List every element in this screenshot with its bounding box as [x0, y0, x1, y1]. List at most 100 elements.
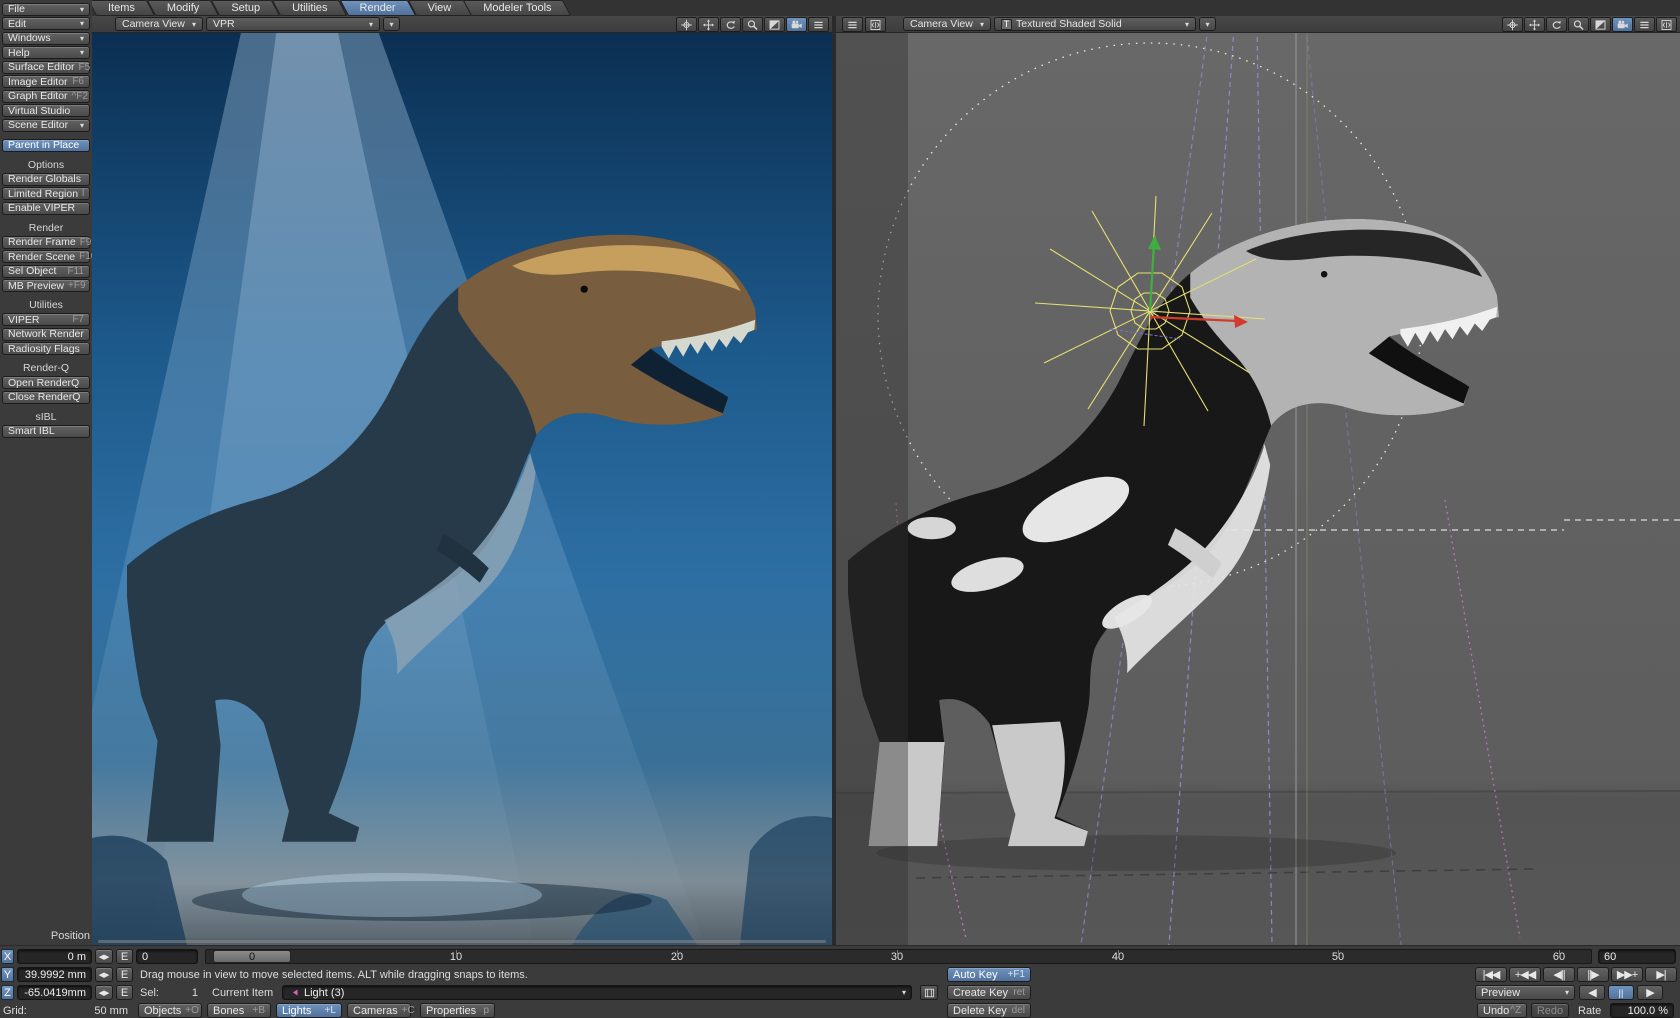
shading-mode-dropdown[interactable]: TTextured Shaded Solid▾: [994, 17, 1196, 31]
label: Help: [8, 47, 30, 59]
pause-button[interactable]: ||: [1608, 985, 1634, 1000]
delete-key-button[interactable]: Delete Keydel: [947, 1003, 1031, 1018]
render-globals-button[interactable]: Render Globals: [2, 173, 90, 186]
close-renderq-button[interactable]: Close RenderQ: [2, 391, 90, 404]
position-z-field[interactable]: -65.0419mm: [17, 985, 92, 1000]
position-panel-label: Position: [30, 930, 90, 942]
redo-button[interactable]: Redo: [1531, 1003, 1569, 1018]
mb-preview-button[interactable]: MB Preview+F9: [2, 279, 90, 292]
parent-in-place-button[interactable]: Parent in Place: [2, 139, 90, 152]
viewport-layout-button[interactable]: [1656, 17, 1677, 32]
x-axis-badge[interactable]: X: [1, 949, 14, 964]
x-envelope-button[interactable]: E: [116, 949, 133, 964]
y-axis-badge[interactable]: Y: [1, 967, 14, 982]
y-nudge-stepper[interactable]: ◀▶: [95, 967, 113, 982]
sidebar-menu-help[interactable]: Help▾: [2, 46, 90, 59]
group-label-utilities: Utilities: [2, 299, 90, 311]
viewport-layout-button[interactable]: [865, 17, 886, 32]
viewport-menu-button[interactable]: [1634, 17, 1655, 32]
sidebar-item-virtual-studio[interactable]: Virtual Studio: [2, 104, 90, 117]
viewport-menu-button[interactable]: [842, 17, 863, 32]
viewport-options-dropdown[interactable]: ▾: [1199, 17, 1216, 31]
view-mode-dropdown[interactable]: Camera View▾: [903, 17, 991, 31]
go-start-button[interactable]: |◀◀: [1475, 967, 1507, 982]
sidebar-menu-windows[interactable]: Windows▾: [2, 32, 90, 45]
maximize-viewport-button[interactable]: [764, 17, 785, 32]
move-view-button[interactable]: [676, 17, 697, 32]
tab-view[interactable]: View: [412, 0, 468, 16]
viewport-canvas-right-shaded[interactable]: [836, 33, 1680, 945]
current-frame-field[interactable]: 0: [136, 949, 198, 964]
radiosity-flags-button[interactable]: Radiosity Flags: [2, 342, 90, 355]
rotate-view-button[interactable]: [1546, 17, 1567, 32]
go-end-button[interactable]: ▶|: [1645, 967, 1677, 982]
preview-dropdown[interactable]: Preview▾: [1475, 985, 1575, 1000]
z-envelope-button[interactable]: E: [116, 985, 133, 1000]
sidebar-item-surface-editor[interactable]: Surface EditorF5: [2, 61, 90, 74]
x-nudge-stepper[interactable]: ◀▶: [95, 949, 113, 964]
timeline-playhead[interactable]: 0: [213, 950, 291, 963]
camera-view-button[interactable]: [1612, 17, 1633, 32]
tab-utilities[interactable]: Utilities: [276, 0, 343, 16]
pan-view-button[interactable]: [698, 17, 719, 32]
play-button[interactable]: ▶: [1637, 985, 1663, 1000]
viewport-scrollbar[interactable]: [98, 940, 826, 943]
tab-setup[interactable]: Setup: [215, 0, 276, 16]
rate-field[interactable]: 100.0 %: [1610, 1003, 1674, 1018]
step-forward-button[interactable]: ||▶: [1577, 967, 1609, 982]
sidebar-item-image-editor[interactable]: Image EditorF6: [2, 75, 90, 88]
viper-button[interactable]: VIPERF7: [2, 313, 90, 326]
sidebar-item-scene-editor[interactable]: Scene Editor▾: [2, 119, 90, 132]
sidebar-menu-file[interactable]: File▾: [2, 3, 90, 16]
create-key-button[interactable]: Create Keyret: [947, 985, 1031, 1000]
sidebar-item-graph-editor[interactable]: Graph Editor^F2: [2, 90, 90, 103]
view-mode-dropdown[interactable]: Camera View▾: [115, 17, 203, 31]
item-properties-button[interactable]: [920, 985, 938, 1000]
position-x-field[interactable]: 0 m: [17, 949, 92, 964]
cameras-button[interactable]: Cameras+C: [347, 1003, 411, 1018]
lights-button[interactable]: Lights+L: [276, 1003, 342, 1018]
current-item-dropdown[interactable]: Light (3) ▾: [282, 985, 912, 1000]
y-envelope-button[interactable]: E: [116, 967, 133, 982]
viewport-menu-button[interactable]: [808, 17, 829, 32]
viewport-canvas-left-vpr[interactable]: [92, 33, 832, 945]
pan-view-button[interactable]: [1524, 17, 1545, 32]
next-key-button[interactable]: ▶▶+: [1611, 967, 1643, 982]
render-scene-button[interactable]: Render SceneF10: [2, 250, 90, 263]
objects-button[interactable]: Objects+O: [138, 1003, 202, 1018]
properties-button[interactable]: Propertiesp: [420, 1003, 495, 1018]
tab-render[interactable]: Render: [344, 0, 412, 16]
smart-ibl-button[interactable]: Smart IBL: [2, 425, 90, 438]
rotate-view-button[interactable]: [720, 17, 741, 32]
z-axis-badge[interactable]: Z: [1, 985, 14, 1000]
step-back-button[interactable]: ◀||: [1543, 967, 1575, 982]
render-frame-button[interactable]: Render FrameF9: [2, 236, 90, 249]
label: Undo: [1483, 1005, 1509, 1017]
viewport-options-dropdown[interactable]: ▾: [383, 17, 400, 31]
camera-view-button[interactable]: [786, 17, 807, 32]
tab-modeler-tools[interactable]: Modeler Tools: [467, 0, 567, 16]
end-frame-field[interactable]: 60: [1598, 949, 1676, 964]
tab-modify[interactable]: Modify: [151, 0, 215, 16]
z-nudge-stepper[interactable]: ◀▶: [95, 985, 113, 1000]
timeline-track[interactable]: 10 20 30 40 50 60 0: [205, 949, 1592, 964]
maximize-viewport-button[interactable]: [1590, 17, 1611, 32]
undo-button[interactable]: Undo^Z: [1477, 1003, 1527, 1018]
zoom-view-button[interactable]: [742, 17, 763, 32]
sel-object-button[interactable]: Sel ObjectF11: [2, 265, 90, 278]
zoom-view-button[interactable]: [1568, 17, 1589, 32]
chevron-down-icon: ▾: [364, 20, 373, 29]
open-renderq-button[interactable]: Open RenderQ: [2, 376, 90, 389]
auto-key-button[interactable]: Auto Key+F1: [947, 967, 1031, 982]
sidebar-menu-edit[interactable]: Edit▾: [2, 17, 90, 30]
network-render-button[interactable]: Network Render: [2, 328, 90, 341]
enable-viper-button[interactable]: Enable VIPER: [2, 202, 90, 215]
play-reverse-button[interactable]: ◀: [1579, 985, 1605, 1000]
position-y-field[interactable]: 39.9992 mm: [17, 967, 92, 982]
prev-key-button[interactable]: +◀◀: [1509, 967, 1541, 982]
shading-mode-dropdown[interactable]: VPR▾: [206, 17, 380, 31]
limited-region-button[interactable]: Limited Regionl: [2, 187, 90, 200]
move-view-button[interactable]: [1502, 17, 1523, 32]
tab-items[interactable]: Items: [92, 0, 151, 16]
bones-button[interactable]: Bones+B: [207, 1003, 271, 1018]
